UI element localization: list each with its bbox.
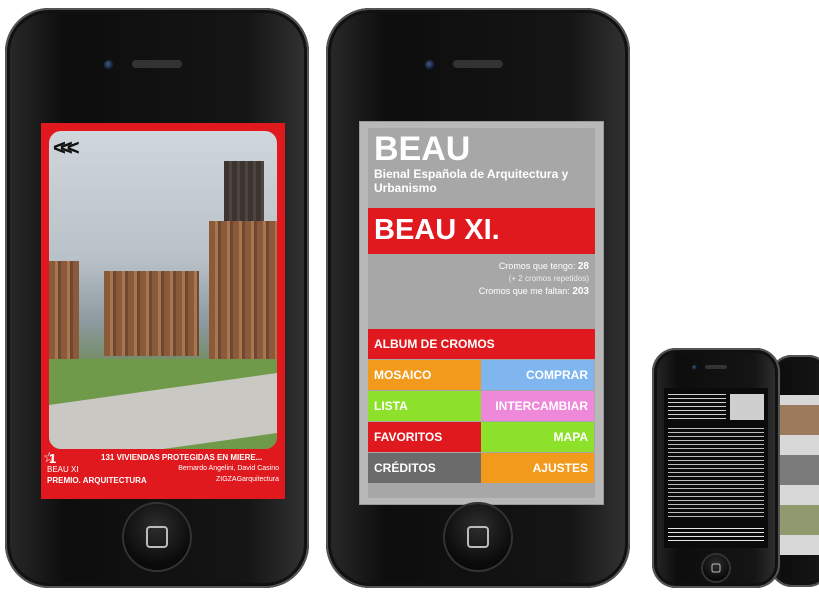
detail-thumbnail [730, 394, 764, 420]
card-authors: Bernardo Angelini, David Casino [178, 465, 279, 472]
collection-stats: Cromos que tengo: 28 (+ 2 cromos repetid… [479, 260, 589, 298]
card-studio: ZIGZAGarquitectura [215, 476, 279, 483]
home-square-icon [146, 526, 168, 548]
home-square-icon [467, 526, 489, 548]
building-center [104, 271, 199, 356]
detail-body-text [668, 428, 764, 518]
missing-value: 203 [572, 286, 589, 297]
favoritos-button[interactable]: FAVORITOS [368, 422, 481, 452]
home-button[interactable] [124, 504, 190, 570]
detail-footer-text [668, 528, 764, 542]
phone-menu-view: BEAU Bienal Española de Arquitectura y U… [326, 8, 630, 588]
thumbnail-screen [776, 395, 819, 555]
menu-screen: BEAU Bienal Española de Arquitectura y U… [359, 121, 604, 505]
edition-band: BEAU XI. [368, 208, 595, 254]
thumbnail-image [778, 455, 819, 485]
home-button[interactable] [703, 555, 729, 581]
edition-title: BEAU XI. [374, 214, 500, 246]
menu-panel: BEAU Bienal Española de Arquitectura y U… [368, 128, 595, 498]
detail-screen [664, 388, 768, 548]
comprar-button[interactable]: COMPRAR [481, 360, 594, 390]
card-title: 131 VIVIENDAS PROTEGIDAS EN MIERE... [101, 453, 263, 462]
thumbnail-image [778, 405, 819, 435]
card-edition: BEAU XI [47, 465, 79, 474]
phone-card-view: <<< ☆ 1 131 VIVIENDAS PROTEGIDAS EN MIER… [5, 8, 309, 588]
ajustes-button[interactable]: AJUSTES [481, 453, 594, 483]
card-screen: <<< ☆ 1 131 VIVIENDAS PROTEGIDAS EN MIER… [41, 123, 285, 499]
creditos-button[interactable]: CRÉDITOS [368, 453, 481, 483]
mosaico-button[interactable]: MOSAICO [368, 360, 481, 390]
thumbnail-image [778, 505, 819, 535]
card-number: 1 [49, 451, 57, 466]
front-camera [425, 60, 435, 70]
intercambiar-button[interactable]: INTERCAMBIAR [481, 391, 594, 421]
repeated-note: (+ 2 cromos repetidos) [508, 274, 589, 283]
detail-header-text [668, 394, 726, 420]
home-square-icon [711, 563, 721, 573]
front-camera [104, 60, 114, 70]
have-value: 28 [577, 261, 589, 272]
building-right [209, 221, 277, 361]
building-left [49, 261, 79, 371]
main-menu: ALBUM DE CROMOS MOSAICO COMPRAR LISTA IN… [368, 329, 595, 484]
triple-chevron-left-icon[interactable]: <<< [53, 135, 79, 161]
app-subtitle: Bienal Española de Arquitectura y Urbani… [374, 167, 569, 195]
have-label: Cromos que tengo: [498, 261, 576, 271]
earpiece-speaker [132, 60, 182, 68]
missing-label: Cromos que me faltan: [478, 286, 570, 296]
earpiece-speaker [705, 365, 727, 369]
lista-button[interactable]: LISTA [368, 391, 481, 421]
phone-detail-view [652, 348, 780, 588]
home-button[interactable] [445, 504, 511, 570]
card-footer: ☆ 1 131 VIVIENDAS PROTEGIDAS EN MIERE...… [41, 449, 285, 499]
earpiece-speaker [453, 60, 503, 68]
mapa-button[interactable]: MAPA [481, 422, 594, 452]
building-photo: <<< [49, 131, 277, 449]
app-title: BEAU [374, 130, 471, 168]
card-award: PREMIO. ARQUITECTURA [47, 476, 147, 485]
front-camera [692, 365, 697, 370]
album-button[interactable]: ALBUM DE CROMOS [368, 329, 595, 359]
